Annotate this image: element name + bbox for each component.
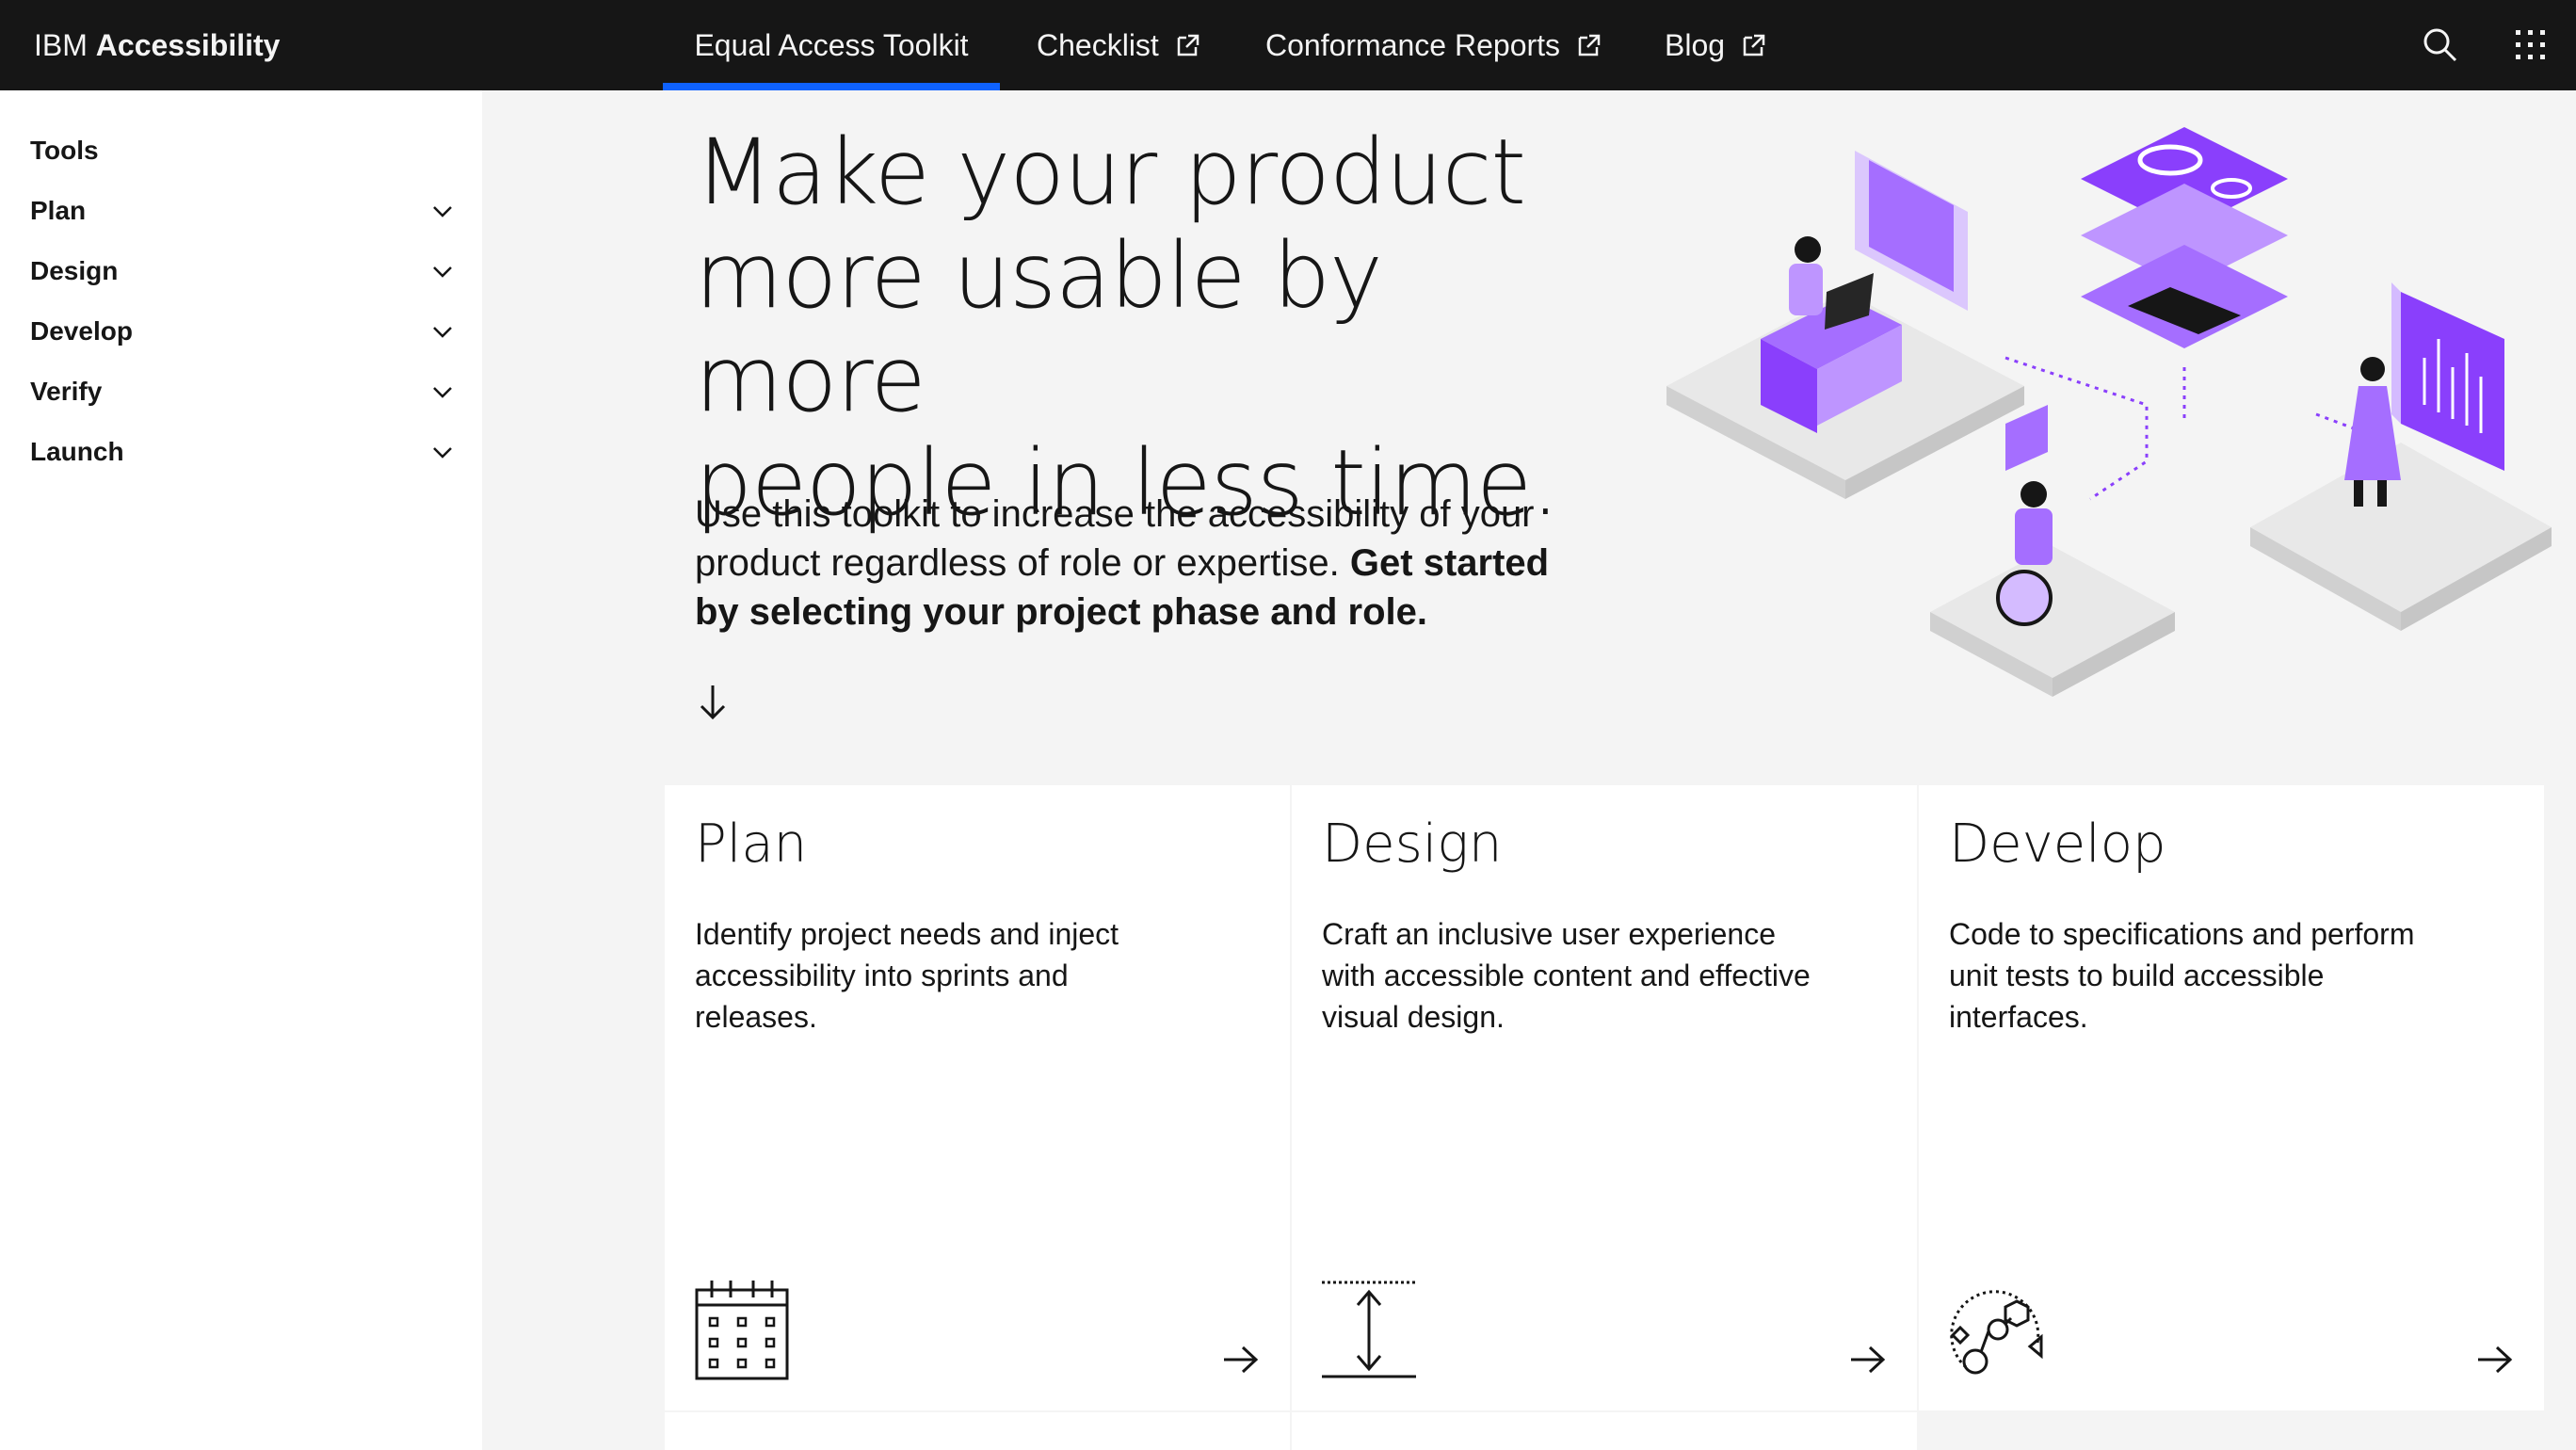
nav-blog[interactable]: Blog xyxy=(1665,0,1767,90)
nav-checklist[interactable]: Checklist xyxy=(1037,0,1201,90)
search-icon[interactable] xyxy=(2418,23,2463,68)
sidebar-item-label: Launch xyxy=(30,437,124,466)
card-plan[interactable]: Plan Identify project needs and inject a… xyxy=(665,785,1290,1410)
card-design[interactable]: Design Craft an inclusive user experienc… xyxy=(1292,785,1917,1410)
card-description: Code to specifications and perform unit … xyxy=(1949,917,2415,1034)
hero-illustration xyxy=(1666,127,2552,697)
nav-equal-access-toolkit[interactable]: Equal Access Toolkit xyxy=(663,0,1000,90)
chevron-down-icon xyxy=(433,206,452,218)
arrow-down-icon[interactable] xyxy=(697,682,729,723)
chevron-down-icon xyxy=(433,266,452,278)
arrow-right-icon[interactable] xyxy=(2476,1345,2514,1375)
sidebar-item-label: Tools xyxy=(30,136,99,165)
card-develop[interactable]: Develop Code to specifications and perfo… xyxy=(1919,785,2544,1410)
sidebar-item-develop[interactable]: Develop xyxy=(30,305,454,358)
sidebar-item-label: Verify xyxy=(30,377,103,406)
app-switcher-icon[interactable] xyxy=(2508,23,2553,68)
launch-icon xyxy=(1743,34,1765,56)
sidebar-item-launch[interactable]: Launch xyxy=(30,426,454,478)
code-cycle-icon xyxy=(1950,1290,2043,1375)
card-next-row[interactable] xyxy=(665,1412,1290,1450)
sidebar-item-label: Design xyxy=(30,256,119,285)
top-header: IBM Accessibility Equal Access Toolkit C… xyxy=(0,0,2576,90)
height-measure-icon xyxy=(1322,1281,1416,1378)
hero-title-line: more usable by more xyxy=(695,223,1383,432)
nav-label: Checklist xyxy=(1037,28,1159,62)
hero-title: Make your product more usable by more pe… xyxy=(695,121,1599,535)
launch-icon xyxy=(1177,34,1199,56)
sidebar-item-label: Plan xyxy=(30,196,87,225)
launch-icon xyxy=(1578,34,1601,56)
chevron-down-icon xyxy=(433,447,452,459)
card-title: Develop xyxy=(1949,814,2166,875)
sidebar-item-verify[interactable]: Verify xyxy=(30,365,454,418)
brand-name: Accessibility xyxy=(95,28,281,62)
side-nav: Tools Plan Design Develop Verify Launch xyxy=(0,90,482,1450)
brand-prefix: IBM xyxy=(34,28,88,62)
hero-title-line: Make your product xyxy=(695,120,1526,225)
card-title: Plan xyxy=(695,814,808,875)
arrow-right-icon[interactable] xyxy=(1849,1345,1887,1375)
hero-description: Use this toolkit to increase the accessi… xyxy=(695,490,1599,636)
nav-label: Blog xyxy=(1665,28,1726,62)
card-next-row[interactable] xyxy=(1292,1412,1917,1450)
nav-label: Equal Access Toolkit xyxy=(694,28,969,62)
chevron-down-icon xyxy=(433,387,452,398)
desk-platform xyxy=(1666,236,2024,499)
nav-conformance-reports[interactable]: Conformance Reports xyxy=(1265,0,1602,90)
sidebar-item-tools[interactable]: Tools xyxy=(30,124,454,177)
card-description: Craft an inclusive user experience with … xyxy=(1322,917,1811,1034)
chevron-down-icon xyxy=(433,327,452,338)
sidebar-item-design[interactable]: Design xyxy=(30,245,454,298)
card-description: Identify project needs and inject access… xyxy=(695,917,1119,1034)
sidebar-item-plan[interactable]: Plan xyxy=(30,185,454,237)
sidebar-item-label: Develop xyxy=(30,316,133,346)
card-title: Design xyxy=(1322,814,1503,875)
brand-link[interactable]: IBM Accessibility xyxy=(34,0,280,90)
calendar-icon xyxy=(695,1281,789,1380)
nav-label: Conformance Reports xyxy=(1265,28,1561,62)
arrow-right-icon[interactable] xyxy=(1222,1345,1260,1375)
